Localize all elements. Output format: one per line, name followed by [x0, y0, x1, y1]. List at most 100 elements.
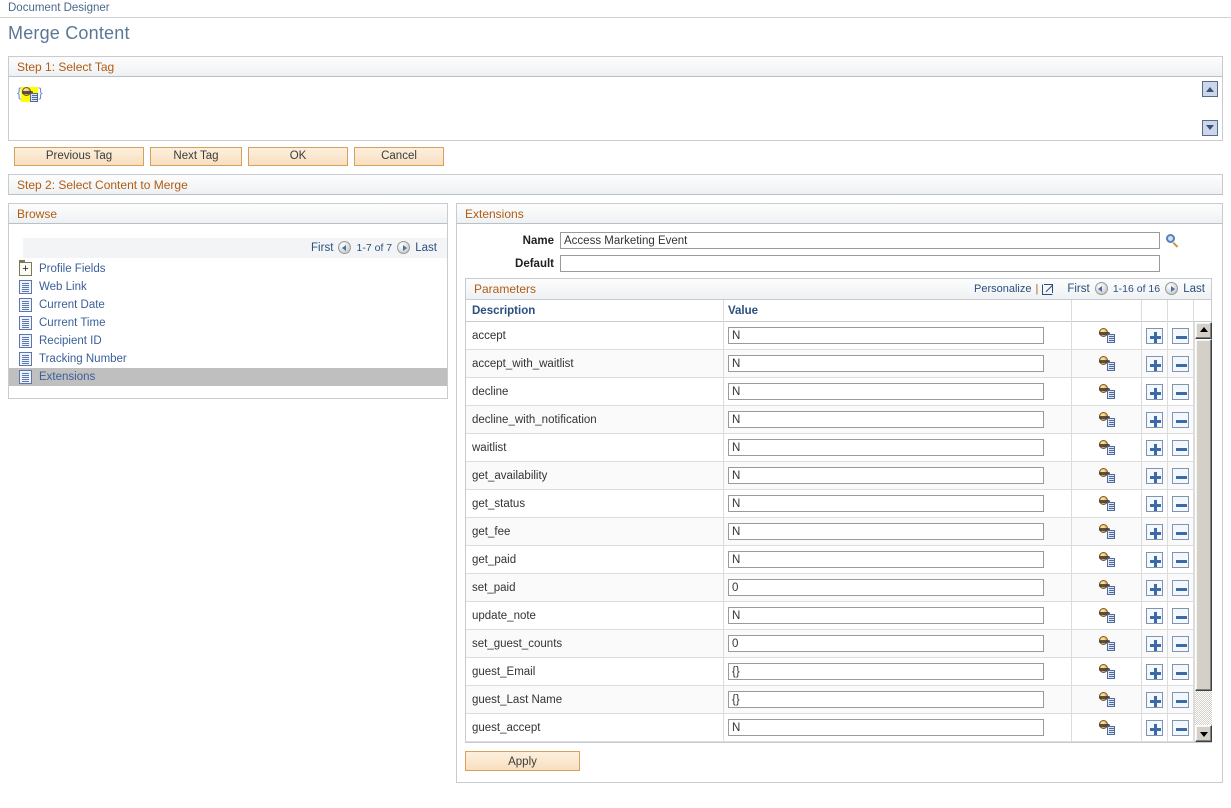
table-row[interactable]: guest_accept	[466, 714, 1194, 742]
table-row[interactable]: guest_Last Name	[466, 686, 1194, 714]
spin-document-icon[interactable]	[1072, 406, 1142, 434]
row-value-input[interactable]	[728, 579, 1044, 596]
add-row-icon[interactable]	[1146, 692, 1163, 708]
next-tag-button[interactable]: Next Tag	[150, 147, 242, 166]
list-item[interactable]: Extensions	[9, 368, 447, 386]
spin-document-icon[interactable]	[1072, 322, 1142, 350]
spin-document-icon[interactable]	[1072, 490, 1142, 518]
delete-row-icon[interactable]	[1172, 412, 1189, 428]
browse-item-profile-fields[interactable]: Profile Fields	[39, 263, 105, 275]
scroll-up-icon[interactable]	[1202, 81, 1218, 97]
table-row[interactable]: set_guest_counts	[466, 630, 1194, 658]
browse-last-link[interactable]: Last	[415, 242, 437, 254]
table-row[interactable]: get_status	[466, 490, 1194, 518]
add-row-icon[interactable]	[1146, 356, 1163, 372]
row-value-input[interactable]	[728, 551, 1044, 568]
prev-arrow-icon[interactable]	[1095, 282, 1108, 295]
scroll-down-icon[interactable]	[1202, 120, 1218, 136]
add-row-icon[interactable]	[1146, 384, 1163, 400]
browse-first-link[interactable]: First	[311, 242, 333, 254]
table-row[interactable]: accept	[466, 322, 1194, 350]
row-value-input[interactable]	[728, 467, 1044, 484]
list-item[interactable]: Tracking Number	[9, 350, 447, 368]
default-input[interactable]	[560, 255, 1160, 272]
list-item[interactable]: Profile Fields	[9, 260, 447, 278]
add-row-icon[interactable]	[1146, 608, 1163, 624]
list-item[interactable]: Current Time	[9, 314, 447, 332]
row-value-input[interactable]	[728, 355, 1044, 372]
parameters-scrollbar[interactable]	[1194, 322, 1211, 742]
list-item[interactable]: Current Date	[9, 296, 447, 314]
cancel-button[interactable]: Cancel	[354, 147, 444, 166]
scroll-down-icon[interactable]	[1195, 725, 1212, 742]
list-item[interactable]: Recipient ID	[9, 332, 447, 350]
spin-document-icon[interactable]	[1072, 574, 1142, 602]
delete-row-icon[interactable]	[1172, 608, 1189, 624]
table-row[interactable]: set_paid	[466, 574, 1194, 602]
scrollbar-thumb[interactable]	[1195, 339, 1212, 691]
table-row[interactable]: decline_with_notification	[466, 406, 1194, 434]
next-arrow-icon[interactable]	[397, 241, 410, 254]
delete-row-icon[interactable]	[1172, 524, 1189, 540]
delete-row-icon[interactable]	[1172, 440, 1189, 456]
spin-document-icon[interactable]	[1072, 378, 1142, 406]
scrollbar-track[interactable]	[1195, 339, 1212, 725]
spin-document-icon[interactable]	[1072, 686, 1142, 714]
row-value-input[interactable]	[728, 383, 1044, 400]
table-row[interactable]: get_paid	[466, 546, 1194, 574]
previous-tag-button[interactable]: Previous Tag	[14, 147, 144, 166]
table-row[interactable]: get_availability	[466, 462, 1194, 490]
browse-item-current-date[interactable]: Current Date	[39, 299, 105, 311]
name-input[interactable]	[560, 232, 1160, 249]
add-row-icon[interactable]	[1146, 496, 1163, 512]
spin-document-icon[interactable]	[1072, 630, 1142, 658]
delete-row-icon[interactable]	[1172, 636, 1189, 652]
delete-row-icon[interactable]	[1172, 692, 1189, 708]
spin-document-icon[interactable]	[1072, 658, 1142, 686]
table-row[interactable]: decline	[466, 378, 1194, 406]
step1-tag-canvas[interactable]: {}	[8, 77, 1223, 141]
params-first-link[interactable]: First	[1067, 283, 1089, 295]
add-row-icon[interactable]	[1146, 468, 1163, 484]
browse-item-web-link[interactable]: Web Link	[39, 281, 87, 293]
add-row-icon[interactable]	[1146, 664, 1163, 680]
delete-row-icon[interactable]	[1172, 496, 1189, 512]
next-arrow-icon[interactable]	[1165, 282, 1178, 295]
row-value-input[interactable]	[728, 663, 1044, 680]
apply-button[interactable]: Apply	[465, 751, 580, 771]
spin-document-icon[interactable]	[1072, 462, 1142, 490]
table-row[interactable]: guest_Email	[466, 658, 1194, 686]
add-row-icon[interactable]	[1146, 412, 1163, 428]
spin-document-icon[interactable]	[1072, 714, 1142, 742]
params-last-link[interactable]: Last	[1183, 283, 1205, 295]
browse-item-recipient-id[interactable]: Recipient ID	[39, 335, 102, 347]
spin-document-icon[interactable]	[21, 87, 38, 102]
table-row[interactable]: get_fee	[466, 518, 1194, 546]
row-value-input[interactable]	[728, 691, 1044, 708]
row-value-input[interactable]	[728, 495, 1044, 512]
row-value-input[interactable]	[728, 719, 1044, 736]
table-row[interactable]: accept_with_waitlist	[466, 350, 1194, 378]
row-value-input[interactable]	[728, 411, 1044, 428]
browse-item-current-time[interactable]: Current Time	[39, 317, 105, 329]
spin-document-icon[interactable]	[1072, 602, 1142, 630]
row-value-input[interactable]	[728, 439, 1044, 456]
delete-row-icon[interactable]	[1172, 468, 1189, 484]
delete-row-icon[interactable]	[1172, 356, 1189, 372]
table-row[interactable]: waitlist	[466, 434, 1194, 462]
folder-plus-icon[interactable]	[19, 262, 32, 276]
delete-row-icon[interactable]	[1172, 328, 1189, 344]
spin-document-icon[interactable]	[1072, 350, 1142, 378]
row-value-input[interactable]	[728, 327, 1044, 344]
spin-document-icon[interactable]	[1072, 518, 1142, 546]
breadcrumb[interactable]: Document Designer	[0, 0, 1231, 18]
delete-row-icon[interactable]	[1172, 552, 1189, 568]
add-row-icon[interactable]	[1146, 720, 1163, 736]
row-value-input[interactable]	[728, 523, 1044, 540]
spin-document-icon[interactable]	[1072, 546, 1142, 574]
magnifier-icon[interactable]	[1166, 234, 1180, 248]
scroll-up-icon[interactable]	[1195, 322, 1212, 339]
spin-document-icon[interactable]	[1072, 434, 1142, 462]
list-item[interactable]: Web Link	[9, 278, 447, 296]
delete-row-icon[interactable]	[1172, 720, 1189, 736]
